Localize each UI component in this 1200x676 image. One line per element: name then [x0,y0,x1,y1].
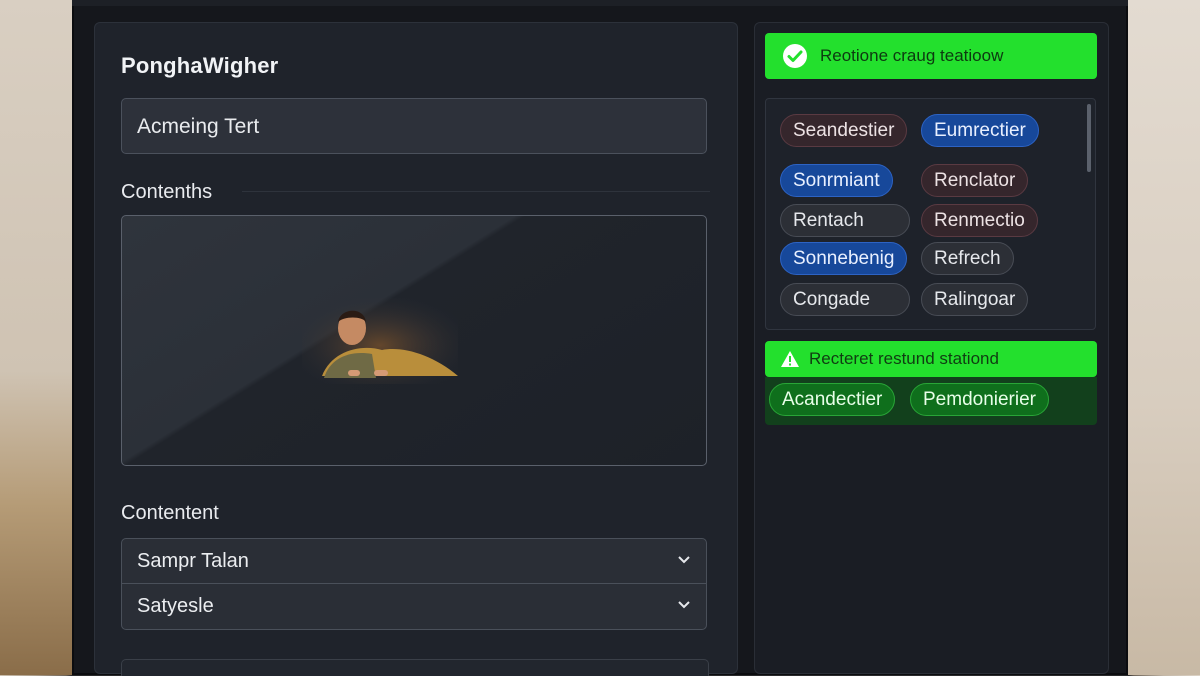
tag-chip[interactable]: Eumrectier [921,114,1039,147]
warning-actions: Acandectier Pemdonierier [765,377,1097,425]
next-field-stub [121,659,709,676]
warning-banner: Recteret restund stationd [765,341,1097,377]
editor-panel: PonghaWigher Acmeing Tert Contenths Cont… [94,22,738,676]
scrollbar[interactable] [1087,104,1091,172]
sample-select-value: Sampr Talan [137,550,249,572]
app-window: PonghaWigher Acmeing Tert Contenths Cont… [72,0,1128,676]
contents-section-label: Contenths [121,181,213,203]
success-banner-text: Reotione craug teatioow [820,46,1004,65]
tag-chip[interactable]: Sonrmiant [780,164,893,197]
warning-icon [781,351,799,367]
action-chip[interactable]: Acandectier [769,383,896,416]
check-circle-icon [783,44,807,68]
tag-chip[interactable]: Ralingoar [921,283,1029,316]
person-photo [302,298,458,384]
panel-title: PonghaWigher [121,53,279,78]
warning-banner-text: Recteret restund stationd [809,349,999,368]
action-chip[interactable]: Pemdonierier [910,383,1049,416]
style-select-value: Satyesle [137,595,214,617]
tag-chip[interactable]: Sonnebenig [780,242,908,275]
background-wall-right [1128,0,1200,675]
style-select[interactable]: Satyesle [121,584,707,630]
tag-chip[interactable]: Refrech [921,242,1014,275]
chevron-down-icon [678,556,690,564]
tag-chip[interactable]: Renclator [921,164,1029,197]
tag-chip[interactable]: Rentach [780,204,910,237]
content-section-label: Contentent [121,502,219,524]
tag-list[interactable]: Seandestier Eumrectier Sonrmiant Renclat… [765,98,1096,330]
tag-chip[interactable]: Renmectio [921,204,1038,237]
tags-panel: Reotione craug teatioow Seandestier Eumr… [754,22,1109,674]
section-divider [242,191,710,192]
tag-chip[interactable]: Congade [780,283,910,316]
window-top-bar [72,0,1128,6]
title-input[interactable]: Acmeing Tert [121,98,707,154]
tag-chip[interactable]: Seandestier [780,114,908,147]
sample-select[interactable]: Sampr Talan [121,538,707,584]
image-preview[interactable] [121,215,707,466]
success-banner: Reotione craug teatioow [765,33,1097,79]
background-wall-left [0,0,72,675]
chevron-down-icon [678,601,690,609]
